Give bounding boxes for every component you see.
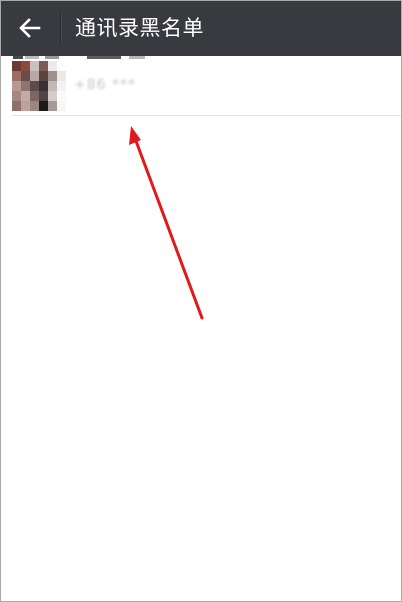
contact-phone-number: +86 *** xyxy=(74,77,136,93)
row-divider xyxy=(12,115,401,116)
blacklist-item[interactable]: +86 *** xyxy=(1,56,401,116)
toolbar-divider xyxy=(60,12,61,44)
page-title: 通讯录黑名单 xyxy=(75,16,204,40)
top-bar: 通讯录黑名单 xyxy=(1,1,401,56)
contact-avatar xyxy=(12,61,66,111)
back-button[interactable] xyxy=(1,1,59,56)
arrow-left-icon xyxy=(19,18,41,38)
screen-frame: 通讯录黑名单 +86 *** xyxy=(0,0,402,602)
partial-row-strip xyxy=(13,56,145,59)
